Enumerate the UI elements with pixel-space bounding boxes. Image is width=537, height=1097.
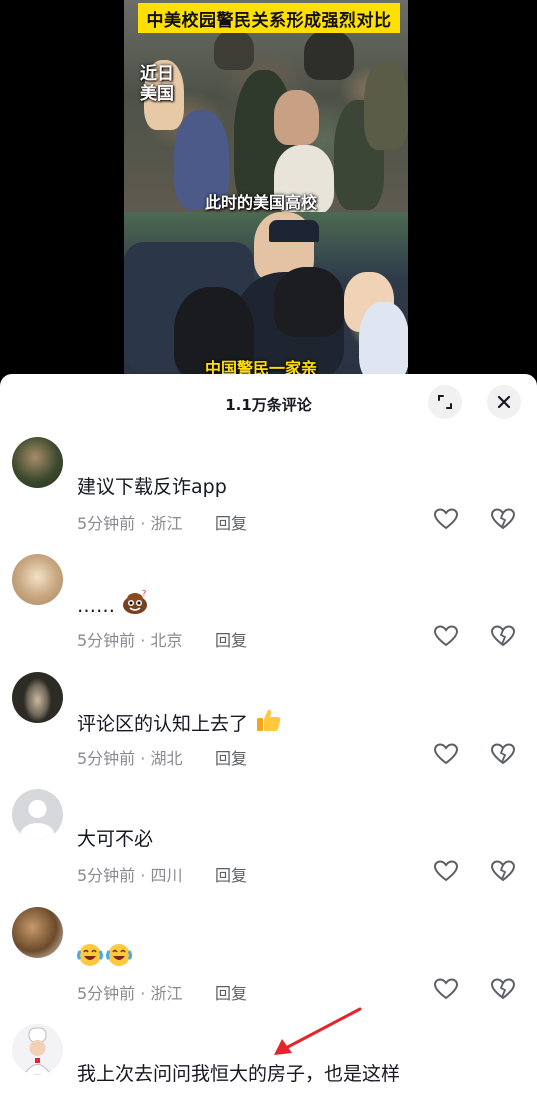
svg-text:?: ? xyxy=(142,589,146,598)
comment-item: 大可不必 5分钟前 · 四川 回复 xyxy=(0,789,537,899)
comment-meta: 5分钟前 · 浙江 xyxy=(77,514,183,533)
thumbs-up-emoji xyxy=(257,709,281,731)
comment-text xyxy=(77,942,133,970)
video-banner: 中美校园警民关系形成强烈对比 xyxy=(138,3,400,33)
comment-meta: 5分钟前 · 浙江 xyxy=(77,984,183,1003)
reply-button[interactable]: 回复 xyxy=(215,745,247,769)
like-button[interactable] xyxy=(432,857,460,885)
broken-heart-icon xyxy=(490,625,516,647)
comment-item: …… ? 5分钟前 · 北京 回复 xyxy=(0,554,537,664)
comment-text-content: 评论区的认知上去了 xyxy=(77,713,249,735)
expand-button[interactable] xyxy=(428,385,462,419)
avatar[interactable] xyxy=(12,907,63,958)
comment-text: 我上次去问问我恒大的房子，也是这样 xyxy=(77,1063,401,1085)
comment-meta: 5分钟前 · 北京 xyxy=(77,631,183,650)
comment-sheet: 1.1万条评论 建议下载反诈app 5分钟前 · 浙江 回复 …… ? 5分钟前… xyxy=(0,374,537,1097)
broken-heart-icon xyxy=(490,978,516,1000)
heart-icon xyxy=(433,743,459,765)
like-button[interactable] xyxy=(432,975,460,1003)
reply-button[interactable]: 回复 xyxy=(215,627,247,651)
dislike-button[interactable] xyxy=(489,857,517,885)
close-icon xyxy=(497,395,511,409)
broken-heart-icon xyxy=(490,743,516,765)
comment-meta: 5分钟前 · 湖北 xyxy=(77,749,183,768)
comment-text: 建议下载反诈app xyxy=(77,476,227,498)
avatar[interactable] xyxy=(12,554,63,605)
like-button[interactable] xyxy=(432,505,460,533)
expand-icon xyxy=(438,395,452,409)
like-button[interactable] xyxy=(432,622,460,650)
broken-heart-icon xyxy=(490,508,516,530)
poop-emoji: ? xyxy=(123,589,148,614)
heart-icon xyxy=(433,978,459,1000)
annotation-arrow xyxy=(274,1007,362,1055)
dislike-button[interactable] xyxy=(489,622,517,650)
video-player[interactable]: 中美校园警民关系形成强烈对比 近日美国 此时的美国高校 中国警民一家亲 xyxy=(0,0,537,380)
laughing-crying-emoji xyxy=(77,944,132,966)
reply-button[interactable]: 回复 xyxy=(215,510,247,534)
chef-avatar-icon xyxy=(23,1027,52,1075)
dislike-button[interactable] xyxy=(489,740,517,768)
avatar[interactable] xyxy=(12,1024,63,1075)
reply-button[interactable]: 回复 xyxy=(215,862,247,886)
reply-button[interactable]: 回复 xyxy=(215,980,247,1004)
avatar[interactable] xyxy=(12,437,63,488)
dislike-button[interactable] xyxy=(489,975,517,1003)
default-user-icon xyxy=(20,800,55,840)
comment-item: 5分钟前 · 浙江 回复 xyxy=(0,907,537,1017)
heart-icon xyxy=(433,625,459,647)
comment-text-content: …… xyxy=(77,595,115,617)
video-caption-left: 近日美国 xyxy=(140,64,174,104)
comment-item: 建议下载反诈app 5分钟前 · 浙江 回复 xyxy=(0,437,537,547)
heart-icon xyxy=(433,860,459,882)
dislike-button[interactable] xyxy=(489,505,517,533)
comment-item: 我上次去问问我恒大的房子，也是这样 xyxy=(0,1024,537,1097)
close-button[interactable] xyxy=(487,385,521,419)
comment-meta: 5分钟前 · 四川 xyxy=(77,866,183,885)
comment-item: 评论区的认知上去了 5分钟前 · 湖北 回复 xyxy=(0,672,537,782)
avatar[interactable] xyxy=(12,672,63,723)
comment-text: …… ? xyxy=(77,589,149,617)
like-button[interactable] xyxy=(432,740,460,768)
broken-heart-icon xyxy=(490,860,516,882)
video-caption-mid: 此时的美国高校 xyxy=(205,193,318,212)
avatar[interactable] xyxy=(12,789,63,840)
comment-text: 评论区的认知上去了 xyxy=(77,707,282,736)
comment-text: 大可不必 xyxy=(77,828,154,850)
heart-icon xyxy=(433,508,459,530)
